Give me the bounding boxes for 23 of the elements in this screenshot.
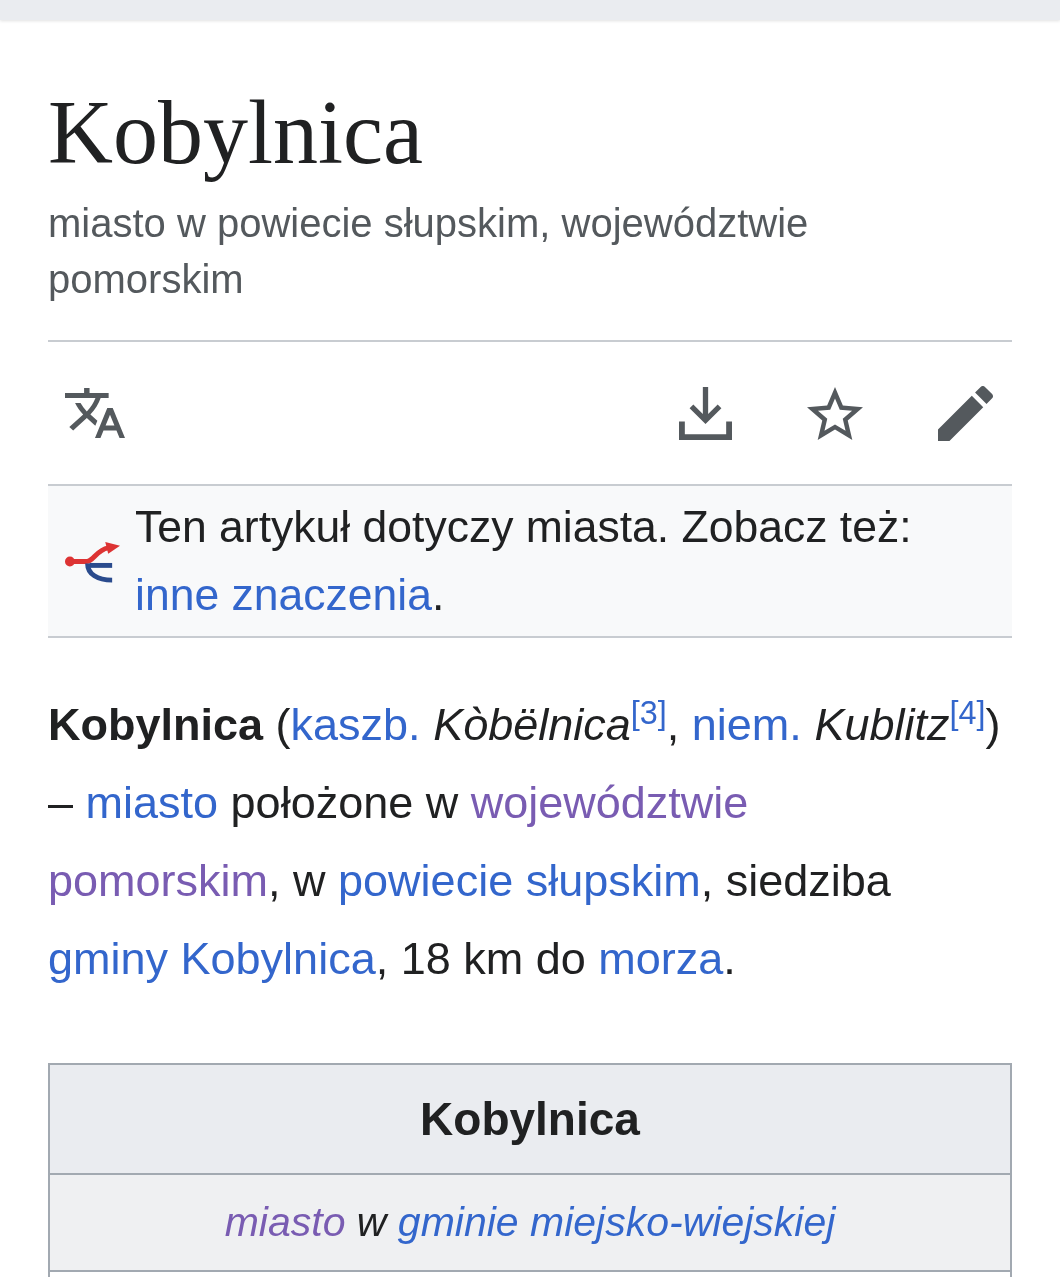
article-link[interactable]: gminie miejsko-wiejskiej <box>397 1199 836 1245</box>
infobox-title: Kobylnica <box>50 1065 1010 1175</box>
lead-paragraph: Kobylnica (kaszb. Kòbëlnica$^{[3]}$, niem. Kublitz$^{[4]}$) – miasto położone w województwie pomorskim, w powiecie słupskim, siedziba gminy Kobylnica, 18 km do morza. <box>48 694 1002 986</box>
article-link[interactable]: miasto <box>85 777 219 828</box>
star-icon[interactable] <box>807 386 863 440</box>
reference-link[interactable]: [4] <box>949 695 986 731</box>
article-link[interactable]: gminy Kobylnica <box>48 933 376 984</box>
pencil-icon[interactable] <box>938 385 993 441</box>
infobox-caption: miasto w gminie miejsko-wiejskiej <box>224 1199 836 1246</box>
article-link[interactable]: pomorskim <box>48 855 269 906</box>
article-link[interactable]: miasto <box>224 1199 346 1245</box>
hatnote-text: Ten artykuł dotyczy miasta. Zobacz też: inne znaczenia. <box>135 501 913 621</box>
reference-link[interactable]: [3] <box>630 695 667 731</box>
page-description: miasto w powiecie słupskim, województwie pomorskim <box>48 200 810 303</box>
article-link[interactable]: powiecie słupskim <box>338 855 701 906</box>
article-link[interactable]: morza <box>598 933 724 984</box>
article-link[interactable]: niem. <box>691 699 802 750</box>
article-link[interactable]: inne znaczenia <box>135 570 432 619</box>
download-icon[interactable] <box>679 386 732 440</box>
translate-icon[interactable] <box>65 388 125 438</box>
page-title: Kobylnica <box>48 83 423 183</box>
article-link[interactable]: kaszb. <box>290 699 421 750</box>
article-link[interactable]: województwie <box>470 777 749 828</box>
